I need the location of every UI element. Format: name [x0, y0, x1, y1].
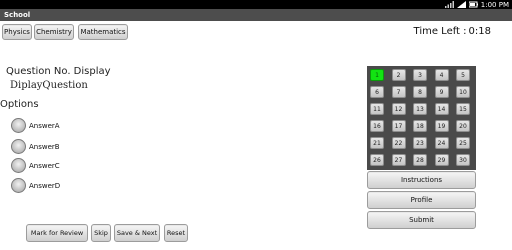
question-cell-10[interactable]: 10: [456, 86, 470, 98]
question-grid: 1 2 3 4 5 6 7 8 9 10 11 12 13 14 15 16 17 18 19 20 21 22 23 24 2…: [367, 66, 476, 170]
question-cell-20[interactable]: 20: [456, 120, 470, 132]
option-label: AnswerB: [29, 142, 60, 151]
question-cell-21[interactable]: 21: [370, 137, 384, 149]
options-heading: Options: [0, 99, 39, 110]
question-cell-17[interactable]: 17: [391, 120, 406, 132]
battery-icon: [468, 1, 478, 8]
option-label: AnswerC: [29, 161, 60, 170]
question-cell-5[interactable]: 5: [456, 69, 470, 81]
wifi-signal-icon: [456, 1, 466, 8]
question-cell-13[interactable]: 13: [413, 103, 427, 115]
question-cell-18[interactable]: 18: [413, 120, 427, 132]
tab-mathematics[interactable]: Mathematics: [78, 24, 128, 40]
radio-button[interactable]: [11, 158, 26, 173]
instructions-button[interactable]: Instructions: [367, 171, 476, 189]
app-screen: 1:00 PM School Physics Chemistry Mathema…: [0, 0, 512, 250]
question-cell-19[interactable]: 19: [434, 120, 449, 132]
question-cell-28[interactable]: 28: [413, 154, 427, 166]
option-label: AnswerA: [29, 121, 60, 130]
question-cell-16[interactable]: 16: [370, 120, 384, 132]
profile-button[interactable]: Profile: [367, 191, 476, 209]
option-label: AnswerD: [29, 181, 61, 190]
status-time: 1:00 PM: [480, 0, 509, 9]
question-cell-29[interactable]: 29: [434, 154, 449, 166]
option-b[interactable]: AnswerB: [11, 139, 60, 154]
question-cell-4[interactable]: 4: [434, 69, 449, 81]
reset-button[interactable]: Reset: [164, 224, 188, 242]
option-a[interactable]: AnswerA: [11, 118, 60, 133]
skip-button[interactable]: Skip: [91, 224, 111, 242]
question-cell-1[interactable]: 1: [370, 69, 384, 81]
tab-physics[interactable]: Physics: [2, 24, 32, 40]
signal-icon: [444, 1, 454, 8]
question-cell-27[interactable]: 27: [391, 154, 406, 166]
tab-chemistry[interactable]: Chemistry: [34, 24, 74, 40]
radio-button[interactable]: [11, 118, 26, 133]
submit-button[interactable]: Submit: [367, 211, 476, 229]
question-cell-15[interactable]: 15: [456, 103, 470, 115]
question-cell-11[interactable]: 11: [370, 103, 384, 115]
mark-for-review-button[interactable]: Mark for Review: [26, 224, 88, 242]
question-cell-22[interactable]: 22: [391, 137, 406, 149]
status-bar: 1:00 PM: [0, 0, 512, 9]
question-cell-2[interactable]: 2: [391, 69, 406, 81]
question-cell-7[interactable]: 7: [391, 86, 406, 98]
question-cell-6[interactable]: 6: [370, 86, 384, 98]
time-left-value: 0:18: [468, 26, 491, 37]
question-cell-12[interactable]: 12: [391, 103, 406, 115]
question-cell-14[interactable]: 14: [434, 103, 449, 115]
radio-button[interactable]: [11, 178, 26, 193]
question-cell-30[interactable]: 30: [456, 154, 470, 166]
save-and-next-button[interactable]: Save & Next: [114, 224, 160, 242]
question-cell-25[interactable]: 25: [456, 137, 470, 149]
radio-button[interactable]: [11, 139, 26, 154]
question-cell-8[interactable]: 8: [413, 86, 427, 98]
time-left-label: Time Left :: [413, 26, 467, 37]
question-cell-24[interactable]: 24: [434, 137, 449, 149]
question-number: Question No. Display: [6, 66, 111, 77]
option-c[interactable]: AnswerC: [11, 158, 60, 173]
question-cell-26[interactable]: 26: [370, 154, 384, 166]
question-cell-23[interactable]: 23: [413, 137, 427, 149]
question-text: DiplayQuestion: [10, 80, 88, 91]
window-title: School: [0, 9, 512, 21]
question-cell-9[interactable]: 9: [434, 86, 449, 98]
question-cell-3[interactable]: 3: [413, 69, 427, 81]
option-d[interactable]: AnswerD: [11, 178, 60, 193]
time-left: Time Left :0:18: [412, 26, 491, 37]
status-icons: 1:00 PM: [444, 0, 509, 9]
